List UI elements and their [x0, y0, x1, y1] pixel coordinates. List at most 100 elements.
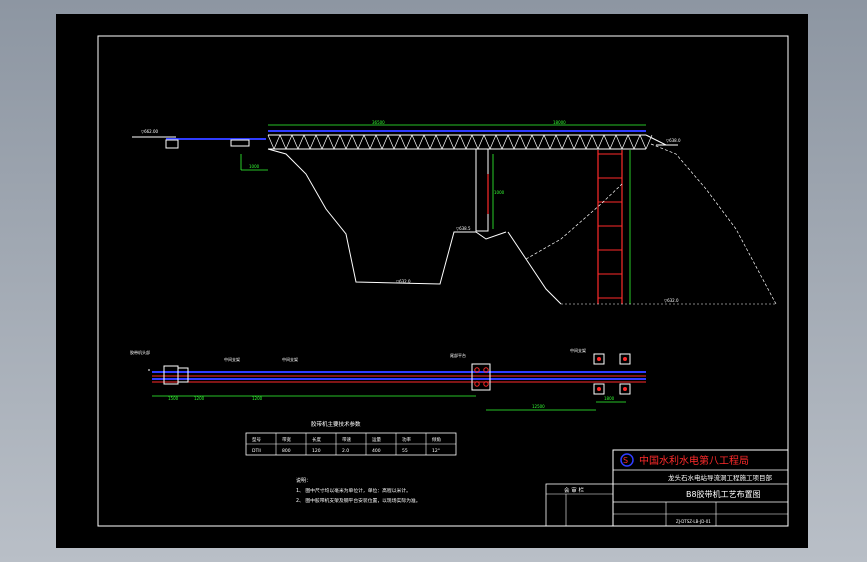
truss-diagonal [447, 134, 455, 150]
truss-diagonal [327, 134, 335, 150]
truss-diagonal [465, 134, 473, 150]
truss-diagonal [507, 134, 515, 150]
truss-diagonal [363, 134, 371, 150]
plan-label-2: 中间支架 [224, 356, 240, 362]
truss-diagonal [459, 134, 467, 150]
truss-diagonal [333, 134, 341, 150]
tail-tower [597, 150, 623, 304]
table-header-cell: 功率 [402, 436, 411, 443]
truss-diagonal [267, 134, 275, 150]
table-data-cell: 12° [432, 448, 440, 454]
cad-viewport: 36500 18000 1000 1000 ▽662.00 ▽638.5 ▽63… [0, 0, 867, 562]
truss-diagonal [519, 134, 527, 150]
truss-diagonal [429, 134, 437, 150]
truss-diagonal [549, 134, 557, 150]
plan-dim-label-2: 1200 [194, 396, 205, 401]
truss-diagonal [315, 134, 323, 150]
truss-diagonal [399, 134, 407, 150]
truss-diagonal [381, 134, 389, 150]
dim-label-3: 1000 [249, 164, 260, 169]
truss-diagonal [471, 134, 479, 150]
table-data-cell: 2.0 [342, 448, 349, 454]
truss-diagonal [477, 134, 485, 150]
truss-diagonal [321, 134, 329, 150]
truss-diagonal [597, 134, 605, 150]
plan-view: 1500 1200 1200 12500 1800 胶带机头部 中间支架 中间支… [130, 347, 646, 411]
table-title: 胶带机主要技术参数 [311, 420, 361, 428]
truss-diagonal [291, 134, 299, 150]
plan-dim-label-4: 12500 [532, 404, 545, 409]
truss-diagonal [561, 134, 569, 150]
truss-diagonal [285, 134, 293, 150]
truss-diagonal [483, 134, 491, 150]
table-data-cell: DTII [252, 448, 261, 454]
plan-label-3: 中间支架 [282, 356, 298, 362]
terrain-profile-left [267, 148, 507, 285]
title-block: S 中国水利水电第八工程局 龙头石水电站导流洞工程施工项目部 B8胶带机工艺布置… [545, 449, 789, 527]
terrain-right-slope [650, 143, 777, 305]
tail-deck [645, 134, 667, 146]
drawing-sheet: 36500 18000 1000 1000 ▽662.00 ▽638.5 ▽63… [56, 14, 808, 548]
dim-label-2: 18000 [553, 120, 566, 125]
truss-diagonal [633, 134, 641, 150]
truss-diagonal [513, 134, 521, 150]
dim-label-4: 1000 [494, 190, 505, 195]
drawing-canvas: 36500 18000 1000 1000 ▽662.00 ▽638.5 ▽63… [97, 35, 789, 527]
table-header-cell: 倾角 [432, 436, 441, 443]
truss-diagonal [543, 134, 551, 150]
elevation-view: 36500 18000 1000 1000 ▽662.00 ▽638.5 ▽63… [132, 120, 777, 305]
truss-diagonal [297, 134, 305, 150]
level-tag-2: ▽638.5 [456, 226, 471, 231]
notes-block: 说明： 1、 图中尺寸均以毫米为单位计，单位：高程以米计。 2、 图中胶带机支架… [296, 477, 421, 504]
drawing-border [97, 35, 789, 527]
plan-label-1: 胶带机头部 [130, 349, 150, 355]
truss-diagonal [501, 134, 509, 150]
truss-diagonal [591, 134, 599, 150]
truss-diagonal [489, 134, 497, 150]
drive-unit [230, 139, 250, 147]
notes-line-1: 1、 图中尺寸均以毫米为单位计，单位：高程以米计。 [296, 487, 411, 494]
truss-diagonal [585, 134, 593, 150]
level-tag-5: ▽638.0 [666, 138, 681, 143]
truss-diagonal [405, 134, 413, 150]
truss-diagonal [417, 134, 425, 150]
notes-heading: 说明： [296, 477, 311, 484]
project-name: 龙头石水电站导流洞工程施工项目部 [668, 473, 773, 482]
truss-diagonal [555, 134, 563, 150]
truss-diagonal [525, 134, 533, 150]
truss-diagonal [345, 134, 353, 150]
table-header-cell: 型号 [252, 436, 261, 443]
table-data-cell: 400 [372, 448, 381, 454]
dim-label-1: 36500 [372, 120, 385, 125]
truss-diagonal [303, 134, 311, 150]
truss-diagonal [603, 134, 611, 150]
truss-diagonal [615, 134, 623, 150]
truss-diagonal [579, 134, 587, 150]
truss-diagonal [453, 134, 461, 150]
truss-diagonal [423, 134, 431, 150]
table-data-cell: 55 [402, 448, 408, 454]
table-header-cell: 带速 [342, 437, 351, 443]
truss-diagonal [387, 134, 395, 150]
table-data-cell: 800 [282, 448, 291, 454]
drawing-title: B8胶带机工艺布置图 [686, 489, 761, 499]
truss-diagonal [393, 134, 401, 150]
table-data-cell: 120 [312, 448, 321, 454]
level-tag-3: ▽632.0 [396, 279, 411, 284]
plan-label-4: 尾部平台 [450, 352, 466, 358]
truss-diagonal [339, 134, 347, 150]
table-header-cell: 运量 [372, 436, 381, 443]
truss-diagonal [441, 134, 449, 150]
logo-letter: S [623, 456, 628, 465]
truss-diagonal [621, 134, 629, 150]
truss-diagonal [279, 134, 287, 150]
org-name: 中国水利水电第八工程局 [639, 454, 749, 467]
truss-diagonal [531, 134, 539, 150]
truss-diagonal [609, 134, 617, 150]
truss-diagonal [567, 134, 575, 150]
truss-diagonal [639, 134, 647, 150]
terrain-slope-dashed [525, 183, 623, 260]
level-tag-1: ▽662.00 [141, 129, 159, 134]
truss-diagonal [351, 134, 359, 150]
review-label: 会 审 栏 [564, 486, 584, 494]
